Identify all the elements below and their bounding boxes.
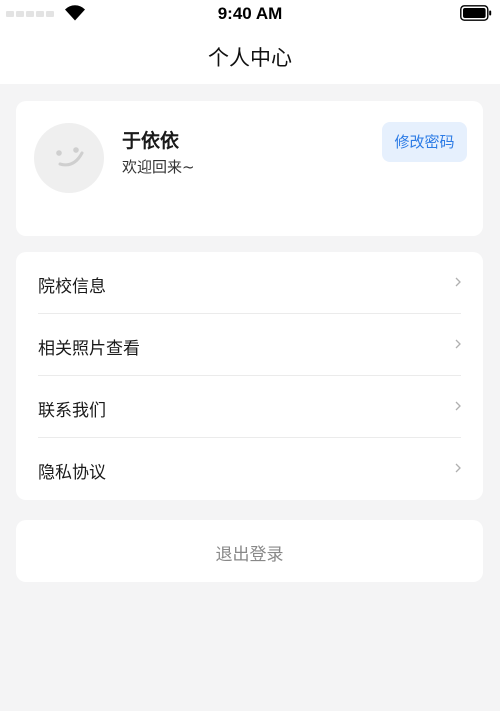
welcome-text: 欢迎回来~	[122, 158, 195, 176]
logout-label: 退出登录	[215, 545, 284, 565]
user-name: 于依依	[122, 130, 180, 152]
smiley-face-icon	[56, 147, 84, 167]
chevron-right-icon	[455, 463, 461, 473]
logout-button[interactable]: 退出登录	[16, 520, 483, 582]
nav-bar: 个人中心	[0, 28, 500, 84]
menu-item-school-info[interactable]: 院校信息	[16, 252, 483, 314]
chevron-right-icon	[455, 277, 461, 287]
chevron-right-icon	[455, 401, 461, 411]
menu-item-contact-us[interactable]: 联系我们	[16, 376, 483, 438]
chevron-right-icon	[455, 339, 461, 349]
menu-list: 院校信息 相关照片查看 联系我们 隐私协议	[16, 252, 483, 500]
menu-item-label: 联系我们	[38, 401, 106, 421]
profile-card: 于依依 欢迎回来~ 修改密码	[16, 101, 483, 236]
menu-item-photos[interactable]: 相关照片查看	[16, 314, 483, 376]
page-title: 个人中心	[208, 46, 292, 70]
menu-item-label: 隐私协议	[38, 463, 106, 483]
menu-item-privacy-policy[interactable]: 隐私协议	[16, 438, 483, 500]
change-password-button[interactable]: 修改密码	[382, 122, 467, 162]
menu-item-label: 院校信息	[38, 277, 106, 297]
status-bar: 9:40 AM	[0, 0, 500, 28]
battery-icon	[460, 5, 492, 21]
status-time: 9:40 AM	[217, 4, 283, 23]
avatar[interactable]	[34, 123, 104, 193]
menu-item-label: 相关照片查看	[38, 339, 140, 359]
